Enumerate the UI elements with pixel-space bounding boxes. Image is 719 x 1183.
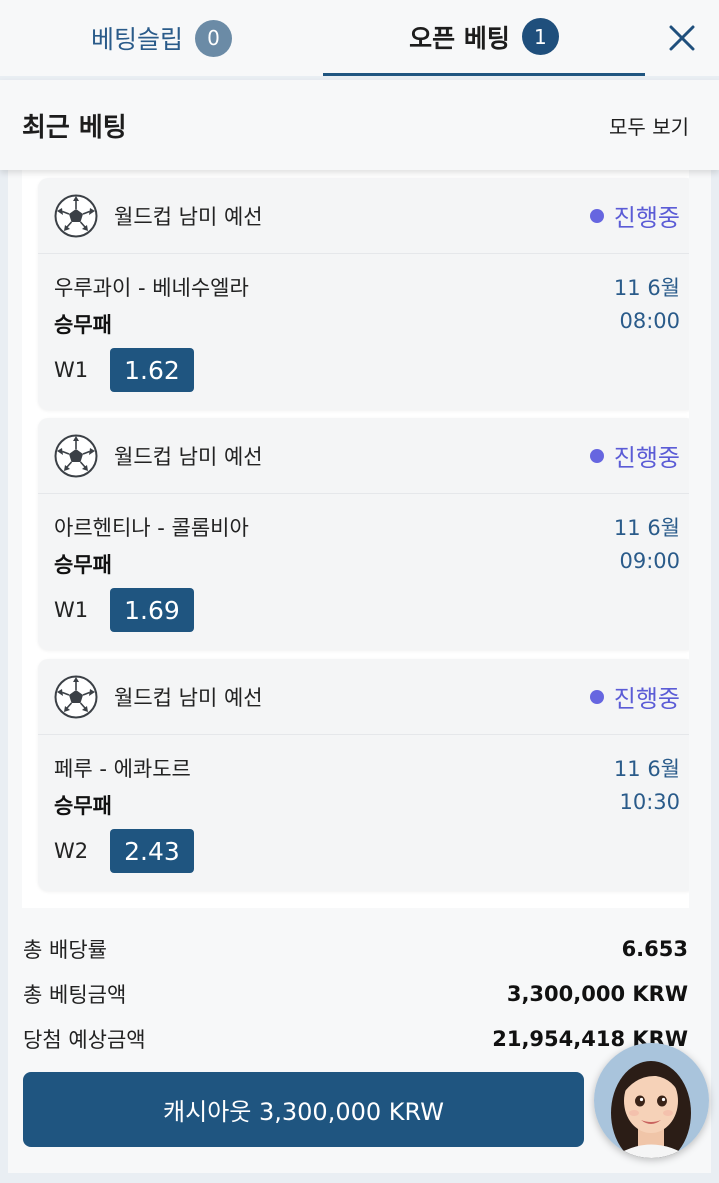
league-name: 월드컵 남미 예선 xyxy=(114,204,263,229)
total-stake-label: 총 베팅금액 xyxy=(23,982,127,1007)
section-title: 최근 베팅 xyxy=(22,112,127,143)
assistant-avatar-icon xyxy=(594,1043,709,1158)
match-name: 아르헨티나 - 콜롬비아 xyxy=(54,516,249,540)
tab-bet-slip-label: 베팅슬립 xyxy=(90,25,183,54)
status-text: 진행중 xyxy=(613,444,680,472)
close-button[interactable] xyxy=(660,16,704,60)
total-stake-value: 3,300,000 KRW xyxy=(506,981,688,1006)
soccer-ball-icon xyxy=(54,675,98,718)
status-text: 진행중 xyxy=(613,685,680,713)
total-odds-row: 총 배당률 6.653 xyxy=(23,926,688,971)
pick-label: W1 xyxy=(54,598,89,622)
soccer-ball-icon xyxy=(54,194,98,237)
bet-card: 월드컵 남미 예선 진행중 페루 - 에콰도르 11 6월 승무패 10:30 … xyxy=(38,659,689,891)
tab-open-bets[interactable]: 오픈 베팅 1 xyxy=(323,0,645,76)
odds-button[interactable]: 2.43 xyxy=(110,829,194,873)
match-date: 11 6월 xyxy=(613,516,680,540)
potential-payout-row: 당첨 예상금액 21,954,418 KRW xyxy=(23,1016,688,1061)
bet-card: 월드컵 남미 예선 진행중 아르헨티나 - 콜롬비아 11 6월 승무패 09:… xyxy=(38,418,689,650)
tab-open-bets-label: 오픈 베팅 xyxy=(409,23,510,53)
see-all-link[interactable]: 모두 보기 xyxy=(609,111,689,140)
pick-label: W2 xyxy=(54,839,89,863)
live-dot-icon xyxy=(589,448,604,463)
bet-list[interactable]: 월드컵 남미 예선 진행중 우루과이 - 베네수엘라 11 6월 승무패 08:… xyxy=(22,170,689,908)
recent-bets-header: 최근 베팅 모두 보기 xyxy=(0,80,719,170)
match-time: 08:00 xyxy=(619,309,680,333)
bet-card: 월드컵 남미 예선 진행중 우루과이 - 베네수엘라 11 6월 승무패 08:… xyxy=(38,178,689,410)
total-odds-label: 총 배당률 xyxy=(23,937,107,962)
match-name: 우루과이 - 베네수엘라 xyxy=(54,276,249,300)
live-dot-icon xyxy=(589,689,604,704)
match-name: 페루 - 에콰도르 xyxy=(54,757,191,781)
live-dot-icon xyxy=(589,208,604,223)
bet-card-header: 월드컵 남미 예선 진행중 xyxy=(38,178,689,254)
match-date: 11 6월 xyxy=(613,757,680,781)
market-name: 승무패 xyxy=(54,553,112,577)
match-time: 09:00 xyxy=(619,549,680,573)
market-name: 승무패 xyxy=(54,794,112,818)
status-text: 진행중 xyxy=(613,204,680,232)
pick-label: W1 xyxy=(54,358,89,382)
cashout-button[interactable]: 캐시아웃 3,300,000 KRW xyxy=(23,1072,584,1147)
tab-bet-slip[interactable]: 베팅슬립 0 xyxy=(0,0,323,76)
market-name: 승무패 xyxy=(54,313,112,337)
total-odds-value: 6.653 xyxy=(621,936,688,961)
status-badge: 진행중 xyxy=(589,679,680,714)
league-name: 월드컵 남미 예선 xyxy=(114,685,263,710)
potential-payout-label: 당첨 예상금액 xyxy=(23,1027,146,1052)
tab-bar: 베팅슬립 0 오픈 베팅 1 xyxy=(0,0,719,76)
close-icon xyxy=(669,25,695,51)
status-badge: 진행중 xyxy=(589,438,680,473)
match-time: 10:30 xyxy=(619,790,680,814)
soccer-ball-icon xyxy=(54,434,98,477)
match-date: 11 6월 xyxy=(613,276,680,300)
bet-slip-count-badge: 0 xyxy=(195,19,232,57)
status-badge: 진행중 xyxy=(589,198,680,233)
bet-card-header: 월드컵 남미 예선 진행중 xyxy=(38,418,689,494)
total-stake-row: 총 베팅금액 3,300,000 KRW xyxy=(23,971,688,1016)
odds-button[interactable]: 1.69 xyxy=(110,588,194,632)
bet-card-header: 월드컵 남미 예선 진행중 xyxy=(38,659,689,735)
bet-totals: 총 배당률 6.653 총 베팅금액 3,300,000 KRW 당첨 예상금액… xyxy=(23,926,688,1061)
open-bets-count-badge: 1 xyxy=(521,18,559,55)
assistant-avatar[interactable] xyxy=(594,1043,709,1158)
league-name: 월드컵 남미 예선 xyxy=(114,444,263,469)
odds-button[interactable]: 1.62 xyxy=(110,348,194,392)
